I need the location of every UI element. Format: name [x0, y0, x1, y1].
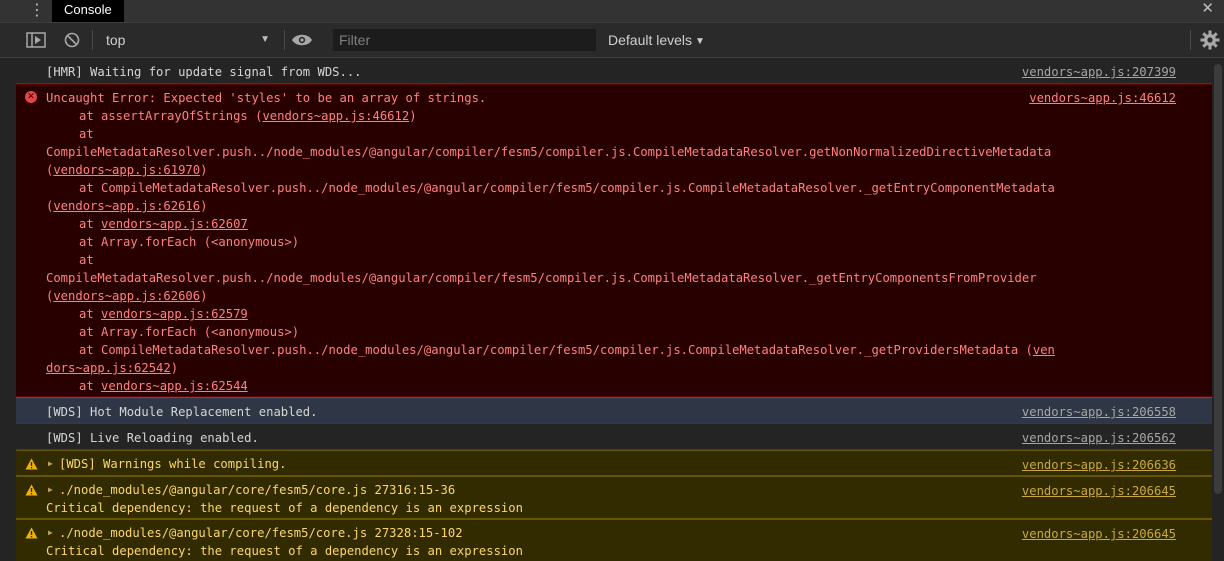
stack-text: at CompileMetadataResolver.push../node_m…: [79, 343, 1033, 357]
stack-frame: at: [79, 127, 94, 141]
stack-link[interactable]: vendors~app.js:62544: [101, 379, 248, 393]
source-link[interactable]: vendors~app.js:206562: [1022, 431, 1176, 445]
context-value: top: [106, 32, 126, 48]
stack-text: ): [409, 109, 417, 123]
stack-text: ): [200, 289, 208, 303]
stack-frame: CompileMetadataResolver.push../node_modu…: [46, 271, 1037, 285]
source-link[interactable]: vendors~app.js:206558: [1022, 405, 1176, 419]
log-message: [HMR] Waiting for update signal from WDS…: [16, 58, 1212, 84]
toolbar-divider: [1190, 30, 1191, 50]
log-levels-dropdown[interactable]: Default levels ▼: [608, 28, 705, 52]
message-text: [WDS] Hot Module Replacement enabled.: [46, 405, 318, 419]
stack-text: at: [79, 307, 102, 321]
stack-text: ): [200, 163, 208, 177]
chevron-down-icon: ▼: [260, 34, 270, 45]
close-icon[interactable]: ✕: [1201, 0, 1214, 22]
stack-link[interactable]: vendors~app.js:62616: [53, 199, 200, 213]
message-detail: Critical dependency: the request of a de…: [46, 501, 523, 515]
stack-link[interactable]: dors~app.js:62542: [46, 361, 171, 375]
log-message: [WDS] Live Reloading enabled. vendors~ap…: [16, 424, 1212, 450]
console-messages: [HMR] Waiting for update signal from WDS…: [16, 58, 1212, 561]
source-link[interactable]: vendors~app.js:207399: [1022, 65, 1176, 79]
stack-frame: at vendors~app.js:62607: [79, 217, 248, 231]
stack-text: ): [200, 199, 208, 213]
stack-frame: at Array.forEach (<anonymous>): [79, 235, 300, 249]
stack-text: ): [170, 361, 179, 375]
source-link[interactable]: vendors~app.js:206645: [1022, 527, 1176, 541]
stack-text: at: [79, 379, 102, 393]
scrollbar-thumb[interactable]: [1214, 64, 1222, 494]
chevron-down-icon: ▼: [695, 36, 705, 47]
message-text: [HMR] Waiting for update signal from WDS…: [46, 65, 362, 79]
sidebar-toggle-icon[interactable]: [26, 32, 46, 53]
filter-input[interactable]: Filter: [333, 29, 596, 51]
stack-link[interactable]: vendors~app.js:61970: [53, 163, 200, 177]
error-icon: ✕: [25, 91, 37, 103]
toolbar-divider: [284, 30, 285, 50]
warning-message[interactable]: ▶ ./node_modules/@angular/core/fesm5/cor…: [16, 476, 1212, 519]
console-toolbar: top ▼ Filter Default levels ▼: [0, 23, 1224, 58]
expand-arrow-icon[interactable]: ▶: [48, 459, 53, 468]
stack-text: at assertArrayOfStrings (: [79, 109, 263, 123]
scrollbar[interactable]: [1212, 58, 1224, 561]
error-message: ✕ vendors~app.js:46612 Uncaught Error: E…: [16, 84, 1212, 397]
message-text: ./node_modules/@angular/core/fesm5/core.…: [59, 483, 456, 497]
message-text: [WDS] Live Reloading enabled.: [46, 431, 259, 445]
warning-icon: [25, 484, 38, 499]
stack-frame: CompileMetadataResolver.push../node_modu…: [46, 145, 1052, 159]
stack-frame: at: [79, 253, 94, 267]
stack-frame: (vendors~app.js:62606): [46, 289, 207, 303]
stack-link[interactable]: vendors~app.js:62606: [53, 289, 200, 303]
stack-link[interactable]: vendors~app.js:62607: [101, 217, 248, 231]
expand-arrow-icon[interactable]: ▶: [48, 485, 53, 494]
stack-frame: at CompileMetadataResolver.push../node_m…: [79, 343, 1055, 357]
source-link[interactable]: vendors~app.js:206636: [1022, 458, 1176, 472]
error-text: Uncaught Error: Expected 'styles' to be …: [46, 91, 487, 105]
source-link[interactable]: vendors~app.js:206645: [1022, 484, 1176, 498]
eye-icon[interactable]: [291, 33, 313, 52]
tab-console[interactable]: Console: [52, 0, 124, 22]
stack-link[interactable]: vendors~app.js:46612: [262, 109, 409, 123]
stack-frame: at assertArrayOfStrings (vendors~app.js:…: [79, 109, 417, 123]
stack-frame: at vendors~app.js:62579: [79, 307, 248, 321]
toolbar-divider: [92, 30, 93, 50]
expand-arrow-icon[interactable]: ▶: [48, 528, 53, 537]
warning-icon: [25, 527, 38, 542]
stack-frame: at CompileMetadataResolver.push../node_m…: [79, 181, 1055, 195]
stack-frame: at Array.forEach (<anonymous>): [79, 325, 300, 339]
clear-console-icon[interactable]: [64, 32, 80, 53]
message-text: [WDS] Warnings while compiling.: [59, 457, 287, 471]
stack-link[interactable]: ven: [1033, 343, 1055, 357]
more-vertical-icon[interactable]: ⋮: [28, 0, 46, 22]
source-link[interactable]: vendors~app.js:46612: [1029, 91, 1176, 105]
log-message: [WDS] Hot Module Replacement enabled. ve…: [16, 397, 1212, 424]
message-detail: Critical dependency: the request of a de…: [46, 544, 523, 558]
stack-link[interactable]: vendors~app.js:62579: [101, 307, 248, 321]
stack-frame: dors~app.js:62542): [46, 361, 178, 375]
warning-message[interactable]: ▶ ./node_modules/@angular/core/fesm5/cor…: [16, 519, 1212, 561]
message-text: ./node_modules/@angular/core/fesm5/core.…: [59, 526, 463, 540]
stack-frame: (vendors~app.js:61970): [46, 163, 207, 177]
log-levels-label: Default levels: [608, 32, 693, 48]
context-selector[interactable]: top ▼: [98, 28, 278, 52]
stack-frame: (vendors~app.js:62616): [46, 199, 207, 213]
gear-icon[interactable]: [1200, 30, 1220, 55]
devtools-tab-bar: ⋮ Console ✕: [0, 0, 1224, 23]
stack-frame: at vendors~app.js:62544: [79, 379, 248, 393]
warning-icon: [25, 458, 38, 473]
warning-message[interactable]: ▶ [WDS] Warnings while compiling. vendor…: [16, 450, 1212, 476]
stack-text: at: [79, 217, 102, 231]
